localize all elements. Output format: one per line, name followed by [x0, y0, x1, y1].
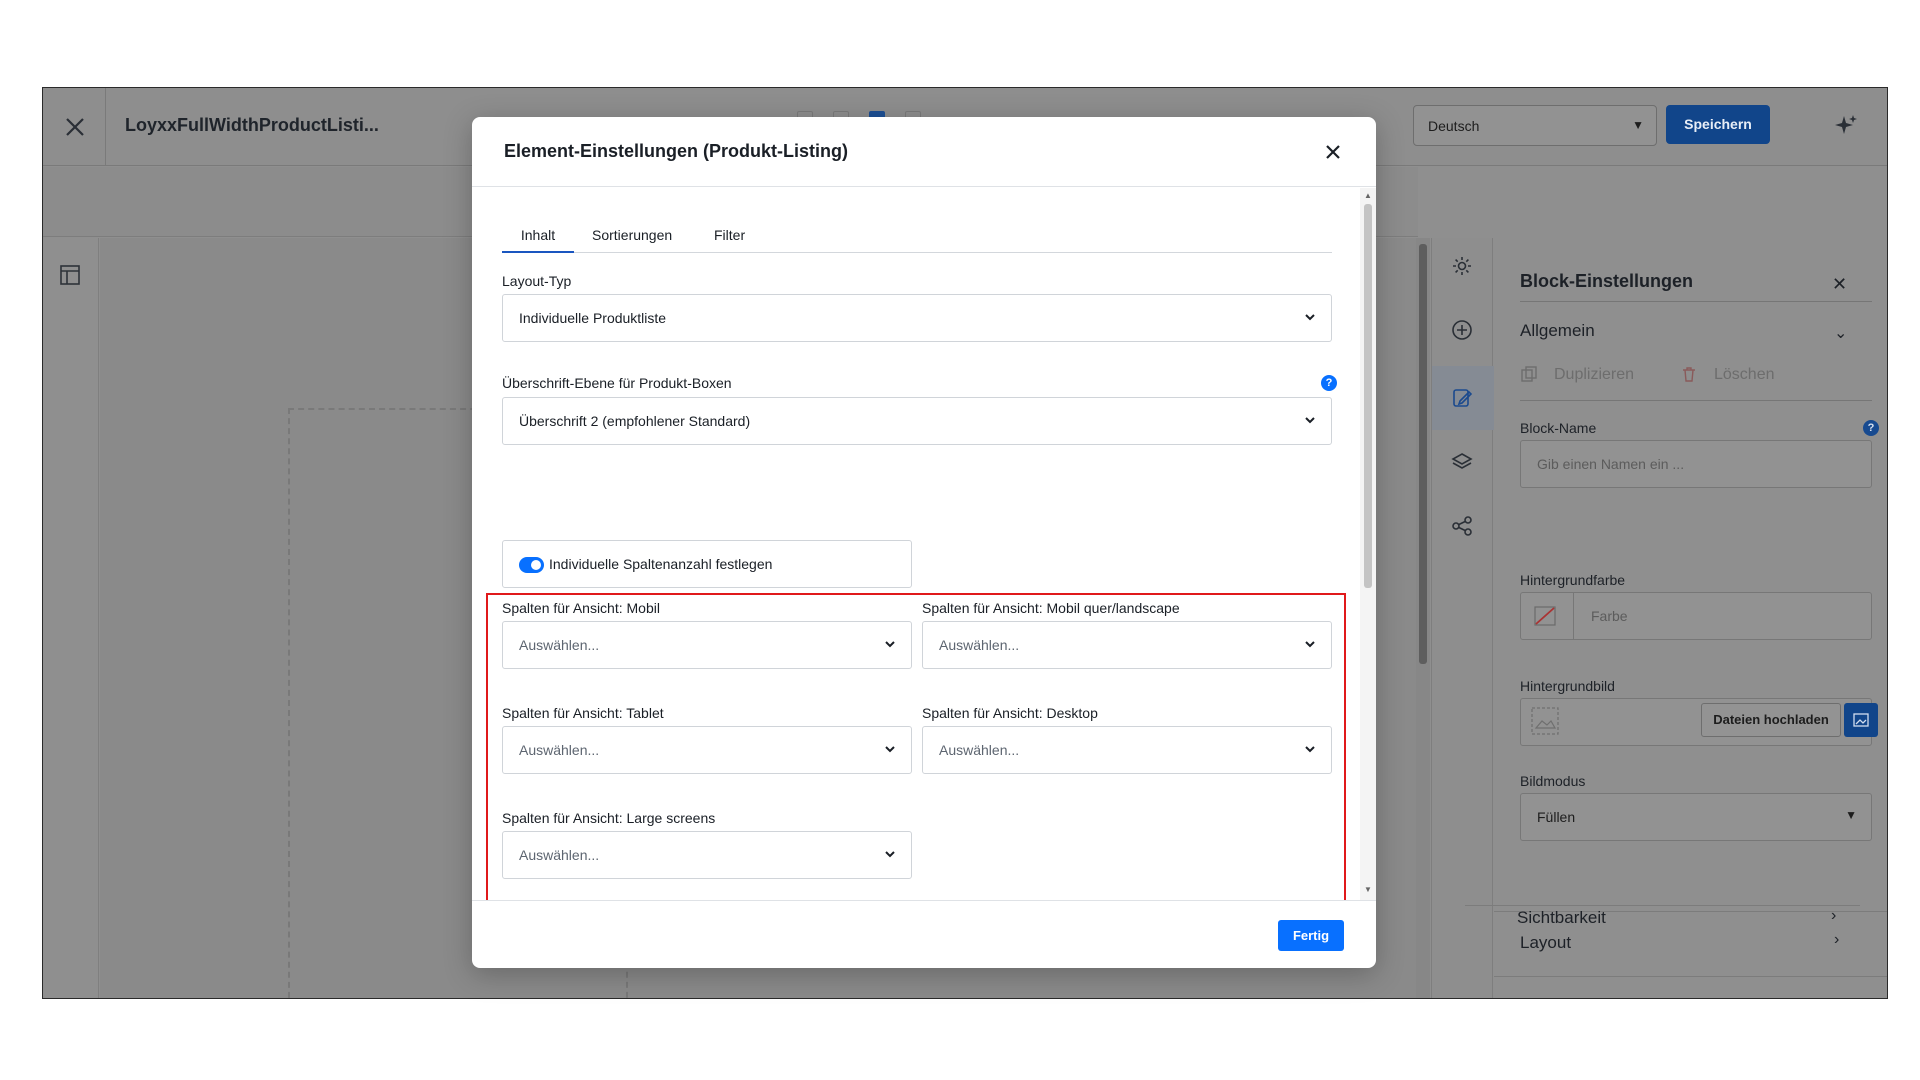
- custom-columns-label: Individuelle Spaltenanzahl festlegen: [549, 556, 773, 572]
- chevron-down-icon[interactable]: ⌄: [1834, 323, 1847, 343]
- select-placeholder: Auswählen...: [519, 742, 600, 758]
- topbar-separator: [105, 88, 106, 166]
- panel-title: Block-Einstellungen: [1520, 271, 1694, 291]
- large-screen-columns-select[interactable]: Auswählen...: [502, 831, 912, 879]
- image-placeholder-icon: [1531, 707, 1559, 735]
- chevron-down-icon: ▼: [1845, 808, 1857, 822]
- scrollbar-thumb[interactable]: [1419, 244, 1427, 664]
- scroll-up-arrow[interactable]: ▲: [1364, 191, 1372, 200]
- image-mode-select[interactable]: Füllen ▼: [1520, 793, 1872, 841]
- divider: [1465, 905, 1860, 906]
- share-icon[interactable]: [1450, 514, 1474, 538]
- chevron-down-icon: [1305, 746, 1315, 753]
- modal-header: Element-Einstellungen (Produkt-Listing): [472, 117, 1376, 187]
- language-select[interactable]: Deutsch ▼: [1413, 105, 1657, 146]
- section-layout[interactable]: Layout: [1520, 933, 1571, 953]
- mobile-landscape-columns-select[interactable]: Auswählen...: [922, 621, 1332, 669]
- toggle-knob: [531, 560, 541, 570]
- tab-filter[interactable]: Filter: [714, 221, 745, 253]
- block-settings-panel: Block-Einstellungen ✕ Allgemein ⌄ Dupliz…: [1494, 238, 1887, 998]
- divider: [1520, 400, 1872, 401]
- image-icon: [1853, 713, 1869, 727]
- chevron-down-icon: [1305, 314, 1315, 321]
- heading-level-label: Überschrift-Ebene für Produkt-Boxen: [502, 375, 732, 391]
- close-icon[interactable]: [1320, 139, 1346, 165]
- save-button[interactable]: Speichern: [1666, 105, 1770, 144]
- large-screen-columns-label: Spalten für Ansicht: Large screens: [502, 810, 716, 826]
- select-placeholder: Auswählen...: [519, 637, 600, 653]
- chevron-right-icon[interactable]: ›: [1831, 907, 1836, 925]
- tablet-columns-select[interactable]: Auswählen...: [502, 726, 912, 774]
- element-settings-modal: Element-Einstellungen (Produkt-Listing) …: [472, 117, 1376, 968]
- layout-type-select[interactable]: Individuelle Produktliste: [502, 294, 1332, 342]
- scrollbar-thumb[interactable]: [1364, 204, 1372, 588]
- mobile-columns-select[interactable]: Auswählen...: [502, 621, 912, 669]
- no-color-icon[interactable]: [1534, 606, 1556, 626]
- panel-icon-bar: [1431, 238, 1494, 998]
- left-rail: [43, 238, 99, 998]
- heading-level-select[interactable]: Überschrift 2 (empfohlener Standard): [502, 397, 1332, 445]
- canvas-scrollbar[interactable]: [1416, 238, 1430, 998]
- close-editor-icon[interactable]: [61, 113, 89, 141]
- trash-icon[interactable]: [1680, 365, 1698, 383]
- mobile-landscape-columns-label: Spalten für Ansicht: Mobil quer/landscap…: [922, 600, 1180, 616]
- scroll-down-arrow[interactable]: ▼: [1364, 885, 1372, 894]
- select-placeholder: Auswählen...: [939, 637, 1020, 653]
- block-name-label: Block-Name: [1520, 420, 1597, 436]
- divider: [1494, 976, 1887, 977]
- modal-title: Element-Einstellungen (Produkt-Listing): [504, 141, 849, 161]
- section-general[interactable]: Allgemein: [1520, 321, 1595, 341]
- gear-icon[interactable]: [1450, 254, 1474, 278]
- upload-files-button[interactable]: Dateien hochladen: [1701, 703, 1841, 737]
- select-placeholder: Auswählen...: [519, 847, 600, 863]
- modal-scrollbar[interactable]: ▲ ▼: [1360, 188, 1376, 900]
- image-mode-value: Füllen: [1537, 809, 1576, 825]
- settings-tabs: Inhalt Sortierungen Filter: [502, 221, 1332, 253]
- bg-color-placeholder: Farbe: [1591, 608, 1628, 624]
- duplicate-button[interactable]: Duplizieren: [1554, 366, 1634, 384]
- sparkle-icon[interactable]: [1833, 113, 1859, 139]
- chevron-down-icon: ▼: [1632, 118, 1644, 132]
- tab-content[interactable]: Inhalt: [502, 221, 574, 253]
- chevron-down-icon: [1305, 417, 1315, 424]
- heading-level-value: Überschrift 2 (empfohlener Standard): [519, 413, 751, 429]
- chevron-down-icon: [885, 746, 895, 753]
- toggle-switch[interactable]: [519, 557, 544, 573]
- tablet-columns-label: Spalten für Ansicht: Tablet: [502, 705, 664, 721]
- media-library-button[interactable]: [1844, 703, 1878, 737]
- help-icon[interactable]: ?: [1321, 375, 1337, 391]
- chevron-down-icon: [1305, 641, 1315, 648]
- close-icon[interactable]: ✕: [1832, 274, 1847, 295]
- chevron-down-icon: [885, 641, 895, 648]
- divider: [1520, 301, 1872, 302]
- divider: [1573, 592, 1574, 640]
- layout-icon[interactable]: [59, 264, 81, 286]
- block-name-input[interactable]: Gib einen Namen ein ...: [1520, 440, 1872, 488]
- plus-circle-icon[interactable]: [1450, 318, 1474, 342]
- edit-icon[interactable]: [1450, 386, 1474, 410]
- done-button[interactable]: Fertig: [1278, 920, 1344, 951]
- section-visibility[interactable]: Sichtbarkeit: [1517, 908, 1606, 928]
- custom-columns-toggle[interactable]: Individuelle Spaltenanzahl festlegen: [502, 540, 912, 588]
- tab-sorting[interactable]: Sortierungen: [592, 221, 672, 253]
- modal-body: Inhalt Sortierungen Filter Layout-Typ In…: [472, 188, 1360, 900]
- page-title: LoyxxFullWidthProductListi...: [125, 115, 379, 135]
- chevron-down-icon: [885, 851, 895, 858]
- chevron-right-icon[interactable]: ›: [1834, 931, 1839, 949]
- modal-footer: Fertig: [472, 900, 1376, 968]
- layout-type-value: Individuelle Produktliste: [519, 310, 667, 326]
- select-placeholder: Auswählen...: [939, 742, 1020, 758]
- bg-image-label: Hintergrundbild: [1520, 678, 1615, 694]
- layers-icon[interactable]: [1450, 450, 1474, 474]
- layout-type-label: Layout-Typ: [502, 273, 572, 289]
- duplicate-icon[interactable]: [1520, 365, 1538, 383]
- help-icon[interactable]: ?: [1863, 420, 1879, 436]
- delete-button[interactable]: Löschen: [1714, 366, 1775, 384]
- bg-color-label: Hintergrundfarbe: [1520, 572, 1626, 588]
- desktop-columns-label: Spalten für Ansicht: Desktop: [922, 705, 1098, 721]
- mobile-columns-label: Spalten für Ansicht: Mobil: [502, 600, 660, 616]
- language-value: Deutsch: [1428, 118, 1480, 134]
- desktop-columns-select[interactable]: Auswählen...: [922, 726, 1332, 774]
- image-mode-label: Bildmodus: [1520, 773, 1586, 789]
